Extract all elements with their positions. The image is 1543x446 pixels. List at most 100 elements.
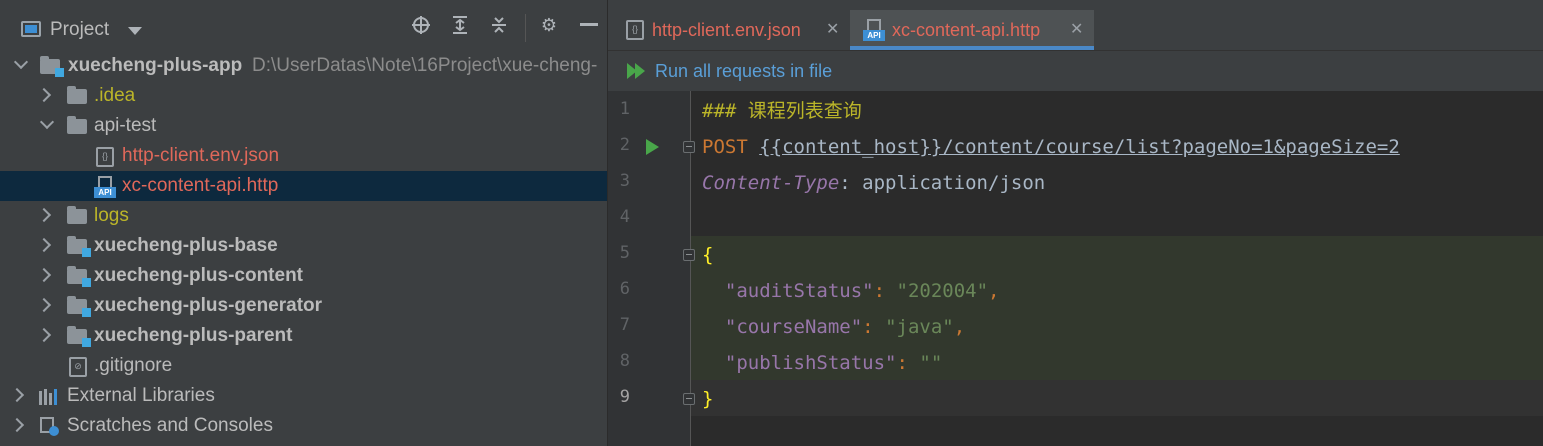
json-colon: : (873, 280, 897, 302)
line-number: 2 (619, 135, 630, 155)
tree-item-label: xuecheng-plus-parent (94, 325, 293, 346)
expand-all-icon[interactable] (449, 14, 471, 36)
http-api-file-icon: API (94, 176, 116, 198)
tree-item-xuecheng-plus-generator[interactable]: xuecheng-plus-generator (0, 291, 607, 321)
chevron-right-icon[interactable] (36, 297, 52, 313)
json-key: "courseName" (724, 316, 863, 338)
json-value: "" (919, 352, 943, 374)
tree-item-label: xuecheng-plus-app (68, 55, 243, 76)
code-line-8[interactable]: "publishStatus": "" (702, 345, 942, 381)
json-file-icon: {} (626, 20, 644, 40)
request-comment: ### 课程列表查询 (702, 100, 862, 122)
fold-marker-icon[interactable] (683, 141, 695, 153)
tab-http-client-env-json[interactable]: {} http-client.env.json ✕ (608, 10, 848, 50)
json-key: "auditStatus" (724, 280, 874, 302)
code-line-1[interactable]: ### 课程列表查询 (702, 93, 862, 129)
chevron-down-icon[interactable] (39, 114, 55, 130)
json-file-icon: {} (96, 147, 114, 167)
libraries-icon (39, 389, 61, 405)
tree-item-label: api-test (94, 115, 157, 136)
module-folder-icon (40, 56, 64, 77)
close-icon[interactable]: ✕ (826, 10, 839, 50)
folder-icon (67, 86, 87, 104)
chevron-right-icon[interactable] (36, 267, 52, 283)
chevron-right-icon[interactable] (36, 327, 52, 343)
code-line-9[interactable]: } (702, 381, 713, 417)
project-window-icon[interactable] (21, 21, 41, 37)
code-line-2[interactable]: POST {{content_host}}/content/course/lis… (702, 129, 1400, 165)
module-folder-icon (67, 236, 91, 257)
chevron-right-icon[interactable] (9, 417, 25, 433)
module-path: D:\UserDatas\Note\16Project\xue-cheng- (252, 55, 598, 76)
code-line-6[interactable]: "auditStatus": "202004", (702, 273, 1000, 309)
json-comma: , (953, 316, 966, 338)
close-icon[interactable]: ✕ (1070, 10, 1083, 50)
tree-item-label: xuecheng-plus-content (94, 265, 304, 286)
module-folder-icon (67, 326, 91, 347)
tree-item-label: External Libraries (67, 385, 215, 406)
tree-item-xuecheng-plus-base[interactable]: xuecheng-plus-base (0, 231, 607, 261)
run-request-icon[interactable] (646, 139, 659, 155)
gitignore-file-icon: ⊘ (69, 357, 87, 377)
line-number: 5 (619, 243, 630, 263)
tree-item-logs[interactable]: logs (0, 201, 607, 231)
tree-item-label: xc-content-api.http (122, 175, 279, 196)
project-tool-window: Project ⚙ xuecheng-plus-app D:\UserDatas… (0, 0, 607, 446)
code-line-3[interactable]: Content-Type: application/json (702, 165, 1045, 201)
tree-item-scratches-and-consoles[interactable]: Scratches and Consoles (0, 411, 607, 441)
http-run-toolbar: Run all requests in file (608, 51, 1543, 91)
tree-item-xuecheng-plus-parent[interactable]: xuecheng-plus-parent (0, 321, 607, 351)
code-line-7[interactable]: "courseName": "java", (702, 309, 965, 345)
line-number: 8 (619, 351, 630, 371)
locate-icon[interactable] (410, 14, 432, 36)
tree-item-idea[interactable]: .idea (0, 81, 607, 111)
chevron-right-icon[interactable] (9, 387, 25, 403)
tree-item-external-libraries[interactable]: External Libraries (0, 381, 607, 411)
module-folder-icon (67, 266, 91, 287)
chevron-right-icon[interactable] (36, 207, 52, 223)
tree-item-label: xuecheng-plus-base (94, 235, 278, 256)
module-folder-icon (67, 296, 91, 317)
http-api-file-icon: API (863, 19, 885, 41)
chevron-down-icon[interactable] (128, 27, 142, 35)
project-view-title[interactable]: Project (50, 19, 109, 41)
line-number: 1 (619, 99, 630, 119)
line-number: 7 (619, 315, 630, 335)
tree-item-xuecheng-plus-content[interactable]: xuecheng-plus-content (0, 261, 607, 291)
fold-marker-icon[interactable] (683, 249, 695, 261)
tree-item-xc-content-api-http[interactable]: API xc-content-api.http (0, 171, 607, 201)
tree-item-http-client-env-json[interactable]: {} http-client.env.json (0, 141, 607, 171)
collapse-all-icon[interactable] (488, 14, 510, 36)
tab-label: http-client.env.json (652, 20, 801, 40)
editor-tab-bar: {} http-client.env.json ✕ API xc-content… (608, 0, 1543, 51)
chevron-right-icon[interactable] (36, 87, 52, 103)
tree-item-xuecheng-plus-app[interactable]: xuecheng-plus-app D:\UserDatas\Note\16Pr… (0, 51, 607, 81)
run-all-icon[interactable] (627, 63, 647, 79)
chevron-right-icon[interactable] (36, 237, 52, 253)
tree-item-api-test[interactable]: api-test (0, 111, 607, 141)
toolbar-divider (525, 14, 526, 42)
tab-label: xc-content-api.http (892, 20, 1041, 40)
tree-item-gitignore[interactable]: ⊘ .gitignore (0, 351, 607, 381)
gear-icon[interactable]: ⚙ (538, 14, 560, 36)
folder-icon (67, 116, 87, 134)
chevron-down-icon[interactable] (13, 54, 29, 70)
header-name: Content-Type (702, 172, 840, 194)
folder-icon (67, 206, 87, 224)
json-value: "202004" (896, 280, 989, 302)
json-colon: : (896, 352, 920, 374)
header-value: application/json (862, 172, 1046, 194)
code-line-5[interactable]: { (702, 237, 713, 273)
hide-icon[interactable] (578, 14, 600, 36)
run-all-requests-link[interactable]: Run all requests in file (655, 51, 832, 91)
json-colon: : (862, 316, 886, 338)
header-colon: : (839, 172, 863, 194)
tab-xc-content-api-http[interactable]: API xc-content-api.http ✕ (850, 10, 1094, 50)
json-key: "publishStatus" (724, 352, 897, 374)
fold-marker-icon[interactable] (683, 393, 695, 405)
project-header: Project ⚙ (0, 0, 607, 50)
scratches-icon (40, 417, 60, 437)
json-value: "java" (885, 316, 954, 338)
json-open-brace: { (702, 244, 714, 266)
http-method: POST (702, 136, 748, 158)
